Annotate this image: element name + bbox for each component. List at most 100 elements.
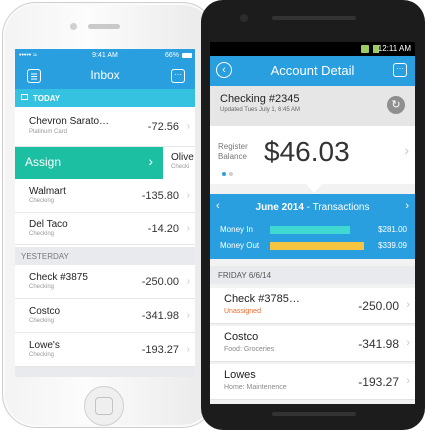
transaction-category: Home: Maintenence (224, 384, 287, 391)
day-section-header: FRIDAY 6/6/14 (210, 266, 415, 284)
updated-timestamp: Updated Tues July 1, 6:45 AM (220, 107, 301, 113)
transaction-amount: -193.27 (141, 344, 179, 356)
transaction-name: Check #3875 (29, 272, 88, 283)
chevron-right-icon: › (406, 337, 410, 349)
chevron-right-icon: › (148, 153, 153, 169)
money-in-bar (270, 226, 350, 234)
transaction-name: Costco (29, 306, 61, 317)
chevron-right-icon: › (406, 375, 410, 387)
ios-status-bar: ••••• ≈ 9:41 AM 66% (15, 49, 195, 63)
transaction-name: Olive (171, 152, 194, 163)
transaction-amount: -193.27 (358, 375, 399, 389)
money-in-track (270, 226, 364, 234)
monthly-summary: ‹ June 2014 - Transactions › Money In $2… (210, 194, 415, 259)
page-dot (229, 172, 233, 176)
list-item[interactable]: Costco Checking -341.98 › (15, 299, 195, 333)
transaction-name: Costco (224, 331, 259, 343)
earpiece-speaker (272, 16, 356, 20)
yesterday-section-header: YESTERDAY (15, 247, 195, 265)
transaction-amount: -341.98 (358, 337, 399, 351)
chevron-right-icon: › (186, 276, 190, 287)
list-item[interactable]: Check #3875 Checking -250.00 › (15, 265, 195, 299)
transaction-category: Unassigned (224, 308, 261, 315)
transaction-account: Checking (29, 318, 55, 324)
transaction-account: Checking (29, 284, 55, 290)
month-subtitle: - Transactions (306, 202, 370, 213)
month-title: June 2014 - Transactions (210, 202, 415, 213)
day-label: FRIDAY 6/6/14 (218, 271, 272, 280)
balance-value: $46.03 (264, 136, 350, 167)
inbox-nav-bar: Inbox ··· (15, 63, 195, 89)
table-row[interactable]: Lowes Home: Maintenence -193.27 › (210, 364, 415, 400)
list-item[interactable]: Del Taco Checking -14.20 › (15, 213, 195, 245)
chevron-right-icon: › (186, 190, 190, 201)
chevron-right-icon: › (186, 121, 190, 132)
refresh-icon[interactable]: ↻ (387, 96, 405, 114)
transaction-name: Lowe's (29, 340, 60, 351)
transaction-account: Checki (171, 164, 190, 170)
transaction-account: Checking (29, 231, 55, 237)
list-item[interactable]: Lowe's Checking -193.27 › (15, 333, 195, 367)
chevron-right-icon: › (186, 310, 190, 321)
month-name: June 2014 (255, 202, 304, 213)
more-icon[interactable]: ··· (171, 69, 185, 83)
money-in-label: Money In (220, 225, 253, 234)
page-dot-active (222, 172, 226, 176)
yesterday-label: YESTERDAY (21, 252, 69, 261)
chevron-right-icon: › (186, 223, 190, 234)
transaction-name: Del Taco (29, 219, 68, 230)
android-screen: 12:11 AM ‹ Account Detail ··· Checking #… (210, 42, 415, 404)
transaction-amount: -72.56 (147, 121, 179, 133)
calendar-icon (21, 94, 28, 100)
earpiece-speaker (88, 24, 120, 29)
assign-swipe-action[interactable]: Assign › (15, 147, 163, 179)
chevron-right-icon: › (406, 299, 410, 311)
table-row[interactable]: Check #3785… Unassigned -250.00 › (210, 288, 415, 324)
front-camera (70, 23, 77, 30)
balance-label-line2: Balance (218, 152, 247, 161)
account-nav-bar: ‹ Account Detail ··· (210, 56, 415, 86)
transaction-name: Chevron Sarato… (29, 116, 110, 127)
money-out-track (270, 242, 364, 250)
transaction-amount: -250.00 (358, 299, 399, 313)
page-title: Account Detail (270, 63, 355, 78)
today-label: TODAY (33, 94, 61, 103)
transaction-name: Check #3785… (224, 293, 300, 305)
transaction-amount: -135.80 (141, 190, 179, 202)
table-row[interactable]: Costco Food: Groceries -341.98 › (210, 326, 415, 362)
android-status-bar: 12:11 AM (210, 42, 415, 56)
assign-label: Assign (25, 155, 62, 169)
account-header: Checking #2345 Updated Tues July 1, 6:45… (210, 86, 415, 126)
money-out-label: Money Out (220, 241, 260, 250)
money-out-value: $339.09 (378, 241, 407, 250)
iphone-screen: ••••• ≈ 9:41 AM 66% Inbox ··· TODAY Chev… (15, 49, 195, 377)
transaction-account: Checking (29, 352, 55, 358)
balance-label: Register Balance (218, 142, 248, 162)
bottom-speaker (272, 412, 356, 416)
money-out-bar (270, 242, 364, 250)
balance-panel[interactable]: Register Balance $46.03 › (210, 126, 415, 184)
list-item[interactable]: Walmart Checking -135.80 › (15, 179, 195, 213)
page-title: Inbox (90, 68, 120, 82)
wifi-icon (361, 45, 369, 53)
transaction-account: Platinum Card (29, 129, 68, 135)
swiped-list-item[interactable]: Olive Checki (163, 147, 195, 179)
home-button-icon (95, 397, 113, 415)
battery-percent: 66% (164, 52, 179, 59)
more-icon[interactable]: ··· (393, 63, 407, 77)
front-camera (240, 14, 248, 22)
transaction-account: Checking (29, 198, 55, 204)
transaction-name: Walmart (29, 186, 66, 197)
list-item[interactable]: Chevron Sarato… Platinum Card -72.56 › (15, 107, 195, 147)
chevron-right-icon: › (186, 344, 190, 355)
chevron-right-icon: › (404, 142, 409, 158)
transaction-amount: -341.98 (141, 310, 179, 322)
transaction-amount: -14.20 (147, 223, 179, 235)
battery-icon (182, 53, 192, 58)
next-section-header (15, 367, 195, 377)
balance-label-line1: Register (218, 142, 248, 151)
chevron-right-icon[interactable]: › (405, 200, 409, 212)
transaction-name: Lowes (224, 369, 256, 381)
money-in-value: $281.00 (378, 225, 407, 234)
transaction-amount: -250.00 (141, 276, 179, 288)
